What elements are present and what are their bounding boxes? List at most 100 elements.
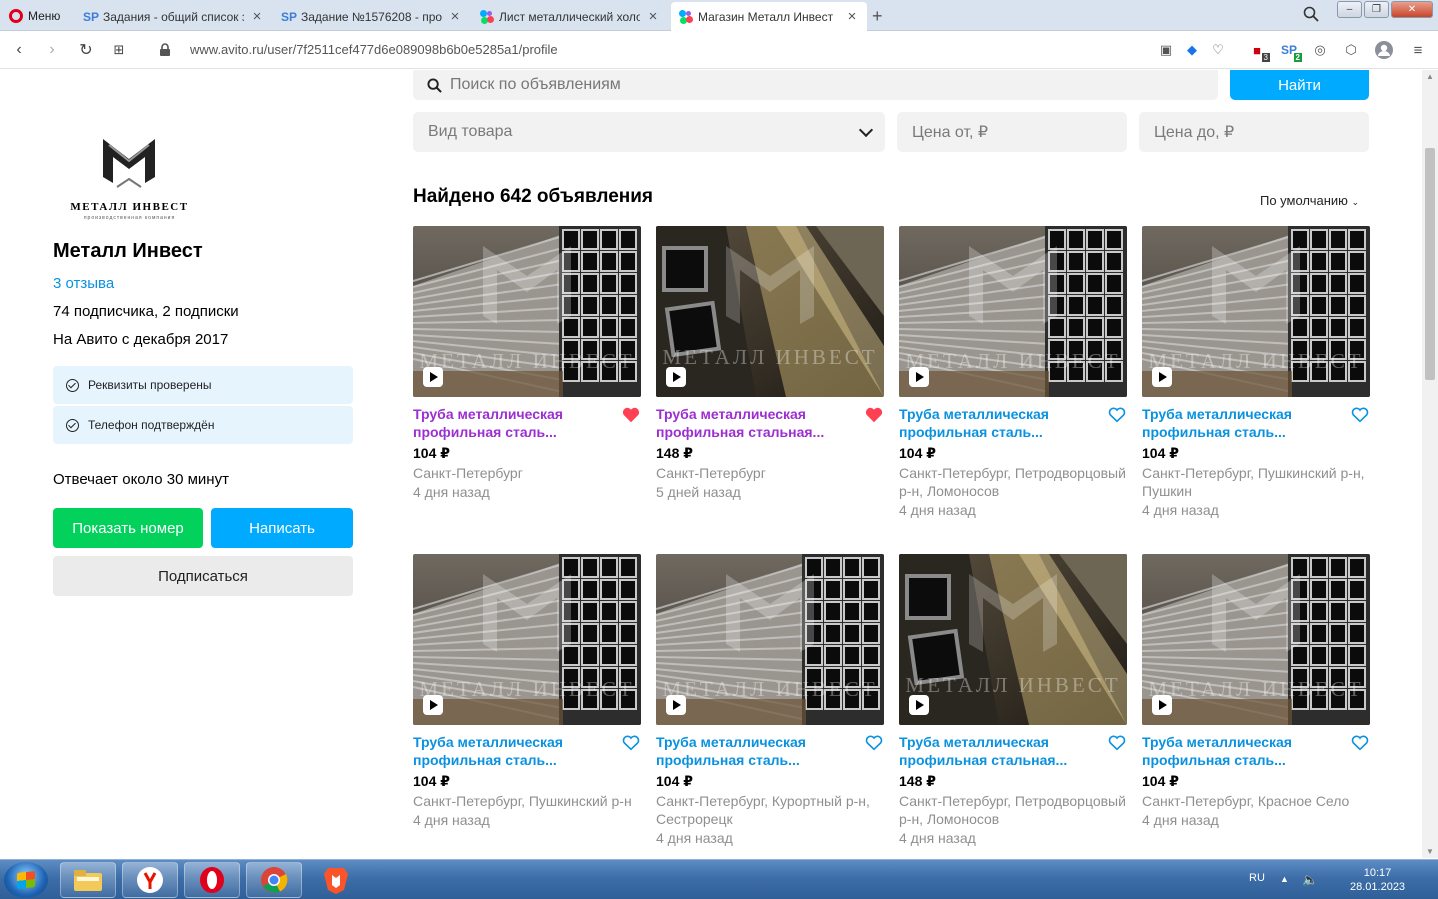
price-from-input[interactable]: Цена от, ₽ xyxy=(897,112,1127,152)
close-tab-icon[interactable]: × xyxy=(845,8,859,25)
page-scrollbar[interactable]: ▲ ▼ xyxy=(1422,70,1438,858)
listing-card[interactable]: МЕТАЛЛ ИНВЕСТ Труба металлическая профил… xyxy=(899,226,1127,520)
favorite-outline-icon[interactable] xyxy=(622,734,640,752)
price-to-input[interactable]: Цена до, ₽ xyxy=(1139,112,1369,152)
browser-tab[interactable]: SP Задание №1576208 - про × xyxy=(274,2,470,31)
watermark-text: МЕТАЛЛ ИНВЕСТ xyxy=(662,345,877,369)
vpn-shield-icon[interactable]: ◆ xyxy=(1183,41,1201,59)
subscribers-text: 74 подписчика, 2 подписки xyxy=(53,303,239,320)
listing-date: 5 дней назад xyxy=(656,484,741,500)
search-input[interactable]: Поиск по объявлениям xyxy=(413,70,1218,100)
listing-title[interactable]: Труба металлическая профильная сталь... xyxy=(656,733,856,769)
listing-photo[interactable]: МЕТАЛЛ ИНВЕСТ xyxy=(1142,554,1370,725)
close-window-icon[interactable]: ✕ xyxy=(1391,1,1433,18)
listing-photo[interactable]: МЕТАЛЛ ИНВЕСТ xyxy=(656,226,884,397)
listing-title[interactable]: Труба металлическая профильная сталь... xyxy=(1142,405,1342,441)
subscribe-button[interactable]: Подписаться xyxy=(53,556,353,596)
write-message-button[interactable]: Написать xyxy=(211,508,353,548)
globe-icon[interactable]: ◎ xyxy=(1311,41,1329,59)
listing-title[interactable]: Труба металлическая профильная стальная.… xyxy=(899,733,1099,769)
heart-icon[interactable]: ♡ xyxy=(1209,41,1227,59)
camera-icon[interactable]: ▣ xyxy=(1157,41,1175,59)
browser-tab-active[interactable]: Магазин Металл Инвест × xyxy=(671,2,867,31)
listing-title[interactable]: Труба металлическая профильная сталь... xyxy=(413,733,613,769)
sp-extension-icon[interactable]: SP 2 xyxy=(1280,41,1302,62)
listing-title[interactable]: Труба металлическая профильная стальная.… xyxy=(656,405,856,441)
member-since: На Авито с декабря 2017 xyxy=(53,331,229,348)
new-tab-icon[interactable]: + xyxy=(872,6,883,27)
forward-icon[interactable]: › xyxy=(42,40,62,60)
tab-search-icon[interactable] xyxy=(1303,6,1319,22)
adblock-icon[interactable]: ■ 3 xyxy=(1248,41,1270,62)
find-button[interactable]: Найти xyxy=(1230,70,1369,100)
sort-dropdown[interactable]: По умолчанию ⌄ xyxy=(1260,193,1359,208)
listing-card[interactable]: МЕТАЛЛ ИНВЕСТ Труба металлическая профил… xyxy=(899,554,1127,848)
listing-card[interactable]: МЕТАЛЛ ИНВЕСТ Труба металлическая профил… xyxy=(1142,554,1370,830)
category-select[interactable]: Вид товара xyxy=(413,112,885,152)
browser-tab[interactable]: SP Задания - общий список з × xyxy=(76,2,272,31)
easy-setup-icon[interactable]: ≡ xyxy=(1409,41,1427,59)
volume-icon[interactable]: 🔈 xyxy=(1302,872,1318,888)
listing-card[interactable]: МЕТАЛЛ ИНВЕСТ Труба металлическая профил… xyxy=(413,554,641,830)
listing-location: Санкт-Петербург, Курортный р-н, Сестроре… xyxy=(656,793,870,827)
clock[interactable]: 10:17 28.01.2023 xyxy=(1350,866,1405,894)
favorite-outline-icon[interactable] xyxy=(1108,734,1126,752)
brave-taskbar-icon[interactable] xyxy=(308,862,364,898)
minimize-icon[interactable]: – xyxy=(1337,1,1362,18)
profile-icon[interactable] xyxy=(1375,41,1393,59)
yandex-taskbar-icon[interactable] xyxy=(122,862,178,898)
listing-location: Санкт-Петербург xyxy=(413,465,523,481)
restore-icon[interactable]: ❐ xyxy=(1364,1,1389,18)
listing-title[interactable]: Труба металлическая профильная сталь... xyxy=(899,405,1099,441)
close-tab-icon[interactable]: × xyxy=(646,8,660,25)
favorite-filled-icon[interactable] xyxy=(865,406,883,424)
opera-menu-button[interactable]: Меню xyxy=(0,0,74,31)
listing-price: 104 ₽ xyxy=(1142,773,1179,789)
listing-photo[interactable]: МЕТАЛЛ ИНВЕСТ xyxy=(413,226,641,397)
close-tab-icon[interactable]: × xyxy=(448,8,462,25)
tray-expand-icon[interactable]: ▲ xyxy=(1280,874,1289,884)
listing-photo[interactable]: МЕТАЛЛ ИНВЕСТ xyxy=(899,226,1127,397)
search-placeholder: Поиск по объявлениям xyxy=(450,76,621,93)
chrome-taskbar-icon[interactable] xyxy=(246,862,302,898)
reviews-link[interactable]: 3 отзыва xyxy=(53,275,114,292)
listing-card[interactable]: МЕТАЛЛ ИНВЕСТ Труба металлическая профил… xyxy=(656,226,884,502)
opera-taskbar-icon[interactable] xyxy=(184,862,240,898)
show-phone-button[interactable]: Показать номер xyxy=(53,508,203,548)
check-circle-icon xyxy=(66,418,79,432)
cube-icon[interactable]: ⬡ xyxy=(1342,41,1360,59)
language-indicator[interactable]: RU xyxy=(1249,872,1265,884)
favorite-outline-icon[interactable] xyxy=(1108,406,1126,424)
close-tab-icon[interactable]: × xyxy=(250,8,264,25)
listing-photo[interactable]: МЕТАЛЛ ИНВЕСТ xyxy=(656,554,884,725)
avito-icon xyxy=(480,9,494,24)
listing-photo[interactable]: МЕТАЛЛ ИНВЕСТ xyxy=(413,554,641,725)
listing-photo[interactable]: МЕТАЛЛ ИНВЕСТ xyxy=(1142,226,1370,397)
scroll-up-icon[interactable]: ▲ xyxy=(1426,72,1434,81)
favorite-filled-icon[interactable] xyxy=(622,406,640,424)
url-field[interactable]: www.avito.ru/user/7f2511cef477d6e089098b… xyxy=(190,42,558,57)
tab-title: Лист металлический холо xyxy=(499,9,640,24)
listing-photo[interactable]: МЕТАЛЛ ИНВЕСТ xyxy=(899,554,1127,725)
explorer-taskbar-icon[interactable] xyxy=(60,862,116,898)
start-button[interactable] xyxy=(4,862,48,898)
logo-subtext: производственная компания xyxy=(83,215,176,221)
browser-tab[interactable]: Лист металлический холо × xyxy=(472,2,668,31)
lock-icon xyxy=(160,43,170,56)
listing-card[interactable]: МЕТАЛЛ ИНВЕСТ Труба металлическая профил… xyxy=(1142,226,1370,520)
back-icon[interactable]: ‹ xyxy=(9,40,29,60)
listing-title[interactable]: Труба металлическая профильная сталь... xyxy=(1142,733,1342,769)
listing-card[interactable]: МЕТАЛЛ ИНВЕСТ Труба металлическая профил… xyxy=(656,554,884,848)
reload-icon[interactable]: ↻ xyxy=(76,40,96,60)
speed-dial-icon[interactable]: ⊞ xyxy=(109,40,129,60)
watermark-text: МЕТАЛЛ ИНВЕСТ xyxy=(1148,349,1363,373)
scroll-thumb[interactable] xyxy=(1425,148,1435,380)
listing-card[interactable]: МЕТАЛЛ ИНВЕСТ Труба металлическая профил… xyxy=(413,226,641,502)
scroll-down-icon[interactable]: ▼ xyxy=(1426,847,1434,856)
favorite-outline-icon[interactable] xyxy=(865,734,883,752)
favorite-outline-icon[interactable] xyxy=(1351,406,1369,424)
listing-price: 104 ₽ xyxy=(1142,445,1179,461)
watermark-text: МЕТАЛЛ ИНВЕСТ xyxy=(905,673,1120,697)
favorite-outline-icon[interactable] xyxy=(1351,734,1369,752)
listing-title[interactable]: Труба металлическая профильная сталь... xyxy=(413,405,613,441)
